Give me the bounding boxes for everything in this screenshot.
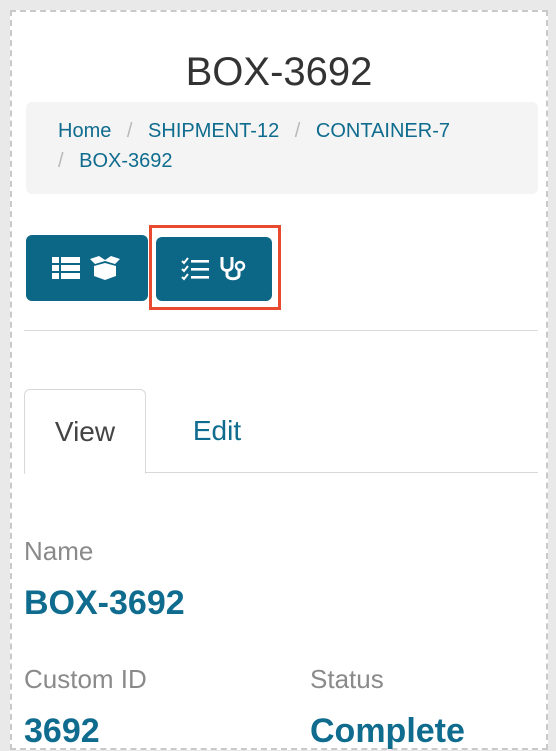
breadcrumb-container-link[interactable]: CONTAINER-7 [316, 120, 450, 142]
page-title: BOX-3692 [185, 50, 373, 94]
breadcrumb-separator: / [58, 150, 64, 172]
custom-id-label: Custom ID [24, 664, 147, 694]
tab-bar: View Edit [24, 389, 538, 474]
tab-edit[interactable]: Edit [162, 389, 272, 473]
status-value: Complete [310, 712, 465, 750]
open-box-icon [88, 256, 122, 280]
stethoscope-icon [219, 256, 247, 282]
custom-id-value: 3692 [24, 712, 100, 750]
breadcrumb: Home / SHIPMENT-12 / CONTAINER-7 / BOX-3… [26, 102, 538, 194]
contents-button[interactable] [26, 235, 148, 301]
list-icon [52, 256, 80, 280]
breadcrumb-shipment-link[interactable]: SHIPMENT-12 [148, 120, 279, 142]
name-value: BOX-3692 [24, 584, 185, 622]
checklist-icon [181, 257, 211, 281]
breadcrumb-separator: / [126, 120, 133, 142]
section-divider [24, 330, 538, 331]
breadcrumb-separator: / [294, 120, 301, 142]
breadcrumb-box-link[interactable]: BOX-3692 [79, 150, 172, 172]
tab-view[interactable]: View [24, 389, 146, 474]
checkup-button[interactable] [156, 237, 272, 301]
breadcrumb-home-link[interactable]: Home [58, 120, 111, 142]
status-label: Status [310, 664, 384, 694]
page-frame: BOX-3692 Home / SHIPMENT-12 / CONTAINER-… [10, 10, 548, 750]
name-label: Name [24, 536, 94, 566]
